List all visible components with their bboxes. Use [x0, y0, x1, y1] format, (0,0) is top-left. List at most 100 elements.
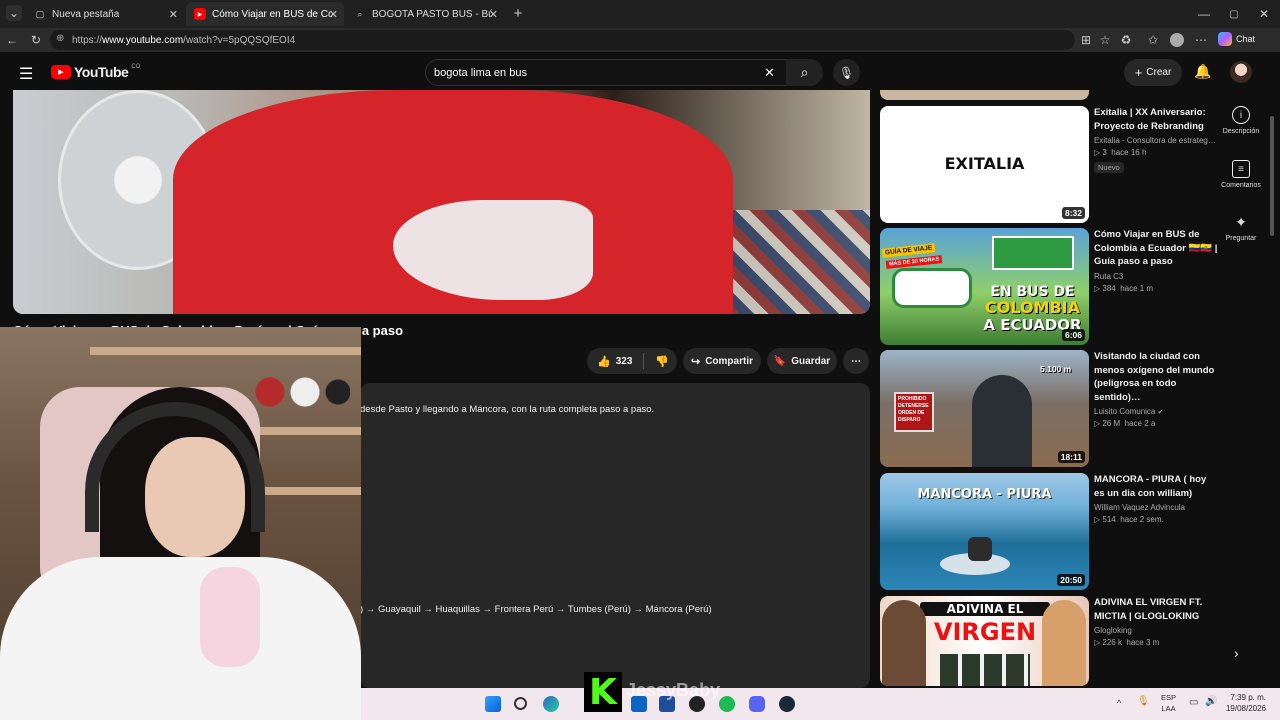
- duration-badge: 6:06: [1061, 329, 1085, 341]
- dislike-thumbs-down-icon[interactable]: 👎: [655, 355, 669, 368]
- thumbnail-text: MANCORA - PIURA: [917, 487, 1052, 502]
- recommendation-item[interactable]: GUÍA DE VIAJE MÁS DE 20 HORAS EN BUS DE …: [880, 228, 1220, 346]
- recommendation-title[interactable]: ADIVINA EL VIRGEN FT. MICTIA | GLOGLOKIN…: [1094, 596, 1218, 623]
- youtube-logo[interactable]: ▶ YouTube CO: [51, 64, 140, 80]
- clear-search-icon[interactable]: ✕: [764, 65, 775, 81]
- microphone: [200, 567, 260, 667]
- lang-top: ESP: [1161, 693, 1177, 702]
- video-thumbnail[interactable]: PROHIBIDO DETENERSE ORDEN DE DISPARO 5.1…: [880, 350, 1089, 467]
- url-path: /watch?v=5pQQSQfEOI4: [183, 34, 296, 46]
- address-bar[interactable]: ⊕ https://www.youtube.com/watch?v=5pQQSQ…: [50, 30, 1075, 50]
- video-thumbnail[interactable]: GUÍA DE VIAJE MÁS DE 20 HORAS EN BUS DE …: [880, 228, 1089, 345]
- like-button[interactable]: 👍 323: [597, 355, 632, 368]
- copilot-chat-button[interactable]: Chat: [1218, 32, 1255, 46]
- close-icon[interactable]: ✕: [489, 8, 498, 21]
- notifications-bell-icon[interactable]: 🔔: [1194, 63, 1211, 80]
- favorite-star-icon[interactable]: ☆: [1097, 32, 1113, 48]
- new-tab-plus-icon[interactable]: +: [510, 5, 526, 22]
- site-info-icon[interactable]: ⊕: [56, 33, 64, 44]
- recommendation-item[interactable]: ADIVINA EL VIRGEN ADIVINA EL VIRGEN FT. …: [880, 596, 1220, 690]
- tab-search[interactable]: ⌕ BOGOTA PASTO BUS - Búsqueda ✕: [346, 2, 504, 26]
- volume-icon[interactable]: 🔊: [1205, 696, 1217, 707]
- chat-label: Chat: [1236, 34, 1256, 44]
- recommendation-title[interactable]: MANCORA - PIURA ( hoy es un dia con will…: [1094, 473, 1218, 500]
- side-comments-button[interactable]: ≡ Comentarios: [1220, 160, 1262, 189]
- bus-illustration: [892, 268, 972, 308]
- recommendation-title[interactable]: Exitalia | XX Aniversario: Proyecto de R…: [1094, 106, 1218, 133]
- create-button[interactable]: + Crear: [1124, 59, 1182, 86]
- save-button[interactable]: 🔖 Guardar: [767, 348, 837, 374]
- copilot-icon: [1218, 32, 1232, 46]
- url-domain: www.youtube.com: [102, 34, 184, 46]
- person-figure: [972, 375, 1032, 467]
- system-clock[interactable]: 7:39 p. m. 19/08/2026: [1226, 692, 1266, 714]
- channel-name[interactable]: Luisito Comunica ✔: [1094, 407, 1218, 416]
- scrollbar[interactable]: [1270, 116, 1274, 236]
- kick-logo-overlay: K: [584, 672, 622, 713]
- steam-icon[interactable]: [779, 696, 795, 712]
- channel-name[interactable]: Ruta C3: [1094, 272, 1218, 281]
- minimize-icon[interactable]: —: [1196, 6, 1212, 22]
- recommendation-item[interactable]: MANCORA - PIURA 20:50 MANCORA - PIURA ( …: [880, 473, 1220, 591]
- video-player[interactable]: [13, 90, 870, 314]
- channel-name[interactable]: William Vaquez Advincula: [1094, 503, 1218, 512]
- video-thumbnail[interactable]: ADIVINA EL VIRGEN: [880, 596, 1089, 686]
- refresh-icon[interactable]: ↻: [28, 32, 44, 48]
- edge-browser-icon[interactable]: [543, 696, 559, 712]
- create-label: Crear: [1146, 67, 1172, 78]
- discord-icon[interactable]: [749, 696, 765, 712]
- side-ask-button[interactable]: ✦ Preguntar: [1220, 213, 1262, 243]
- restore-icon[interactable]: ▢: [1226, 6, 1242, 22]
- spotify-icon[interactable]: [719, 696, 735, 712]
- split-screen-icon[interactable]: ⊞: [1078, 32, 1094, 48]
- share-button[interactable]: ↪ Compartir: [683, 348, 761, 374]
- channel-name[interactable]: Glogloking: [1094, 626, 1218, 635]
- favorites-icon[interactable]: ✩: [1145, 32, 1161, 48]
- recommendation-title[interactable]: Visitando la ciudad con menos oxígeno de…: [1094, 350, 1218, 404]
- more-dots-icon[interactable]: ⋯: [1193, 32, 1209, 48]
- account-avatar[interactable]: [1230, 61, 1252, 83]
- close-icon[interactable]: ✕: [329, 8, 338, 21]
- recommendation-item[interactable]: PROHIBIDO DETENERSE ORDEN DE DISPARO 5.1…: [880, 350, 1220, 468]
- back-arrow-icon[interactable]: ←: [4, 32, 20, 48]
- voice-search-mic-icon[interactable]: 🎙: [833, 59, 860, 86]
- view-meta: ▷ 384 hace 1 m: [1094, 284, 1218, 293]
- person-right: [1042, 600, 1086, 686]
- tab-list-chevron-icon[interactable]: ⌄: [6, 5, 22, 21]
- menu-hamburger-icon[interactable]: ☰: [19, 64, 33, 84]
- window-close-icon[interactable]: ✕: [1256, 6, 1272, 22]
- recommendation-item[interactable]: EXITALIA 8:32 Exitalia | XX Aniversario:…: [880, 106, 1220, 224]
- share-label: Compartir: [705, 355, 753, 367]
- side-description-button[interactable]: i Descripción: [1220, 106, 1262, 135]
- tab-new-tab[interactable]: ▢ Nueva pestaña ✕: [26, 2, 184, 26]
- close-icon[interactable]: ✕: [169, 8, 178, 21]
- upload-age: hace 1 m: [1120, 283, 1154, 293]
- chevron-right-icon[interactable]: ›: [1234, 645, 1239, 661]
- person-left: [882, 600, 926, 686]
- side-label: Preguntar: [1225, 235, 1257, 242]
- video-thumbnail[interactable]: MANCORA - PIURA 20:50: [880, 473, 1089, 590]
- extensions-icon[interactable]: ♻: [1118, 32, 1134, 48]
- windows-start-icon[interactable]: [485, 696, 501, 712]
- thumbnail-text: ADIVINA EL: [920, 602, 1050, 616]
- microphone-tray-icon[interactable]: 🎙: [1137, 696, 1150, 707]
- recommendation-title[interactable]: Cómo Viajar en BUS de Colombia a Ecuador…: [1094, 228, 1218, 269]
- border-sign: [992, 236, 1074, 270]
- profile-avatar-icon[interactable]: [1170, 33, 1184, 47]
- more-actions-button[interactable]: ⋯: [843, 348, 869, 374]
- tray-chevron-up-icon[interactable]: ^: [1117, 698, 1121, 708]
- network-icon[interactable]: ▭: [1189, 697, 1198, 708]
- search-button[interactable]: ⌕: [786, 59, 823, 86]
- clock-time: 7:39 p. m.: [1230, 693, 1266, 702]
- channel-name[interactable]: Exitalia - Consultora de estrateg…: [1094, 136, 1218, 145]
- tab-youtube-video[interactable]: ▶ Cómo Viajar en BUS de Colombia ✕: [186, 2, 344, 26]
- view-meta: ▷ 26 M hace 2 a: [1094, 419, 1218, 428]
- video-thumbnail[interactable]: EXITALIA 8:32: [880, 106, 1089, 223]
- search-icon[interactable]: [514, 697, 527, 710]
- previous-thumbnail-edge: [880, 90, 1089, 100]
- view-count: 514: [1102, 515, 1116, 524]
- description-box[interactable]: [360, 383, 870, 688]
- youtube-favicon-icon: ▶: [194, 8, 206, 20]
- language-indicator[interactable]: ESP LAA: [1161, 692, 1176, 714]
- search-input[interactable]: bogota lima en bus ✕: [425, 59, 822, 86]
